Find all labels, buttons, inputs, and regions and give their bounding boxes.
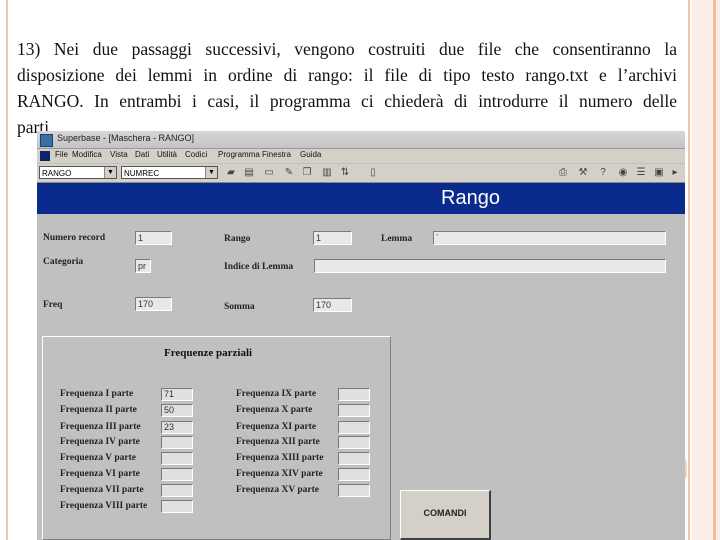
freq-field[interactable]: 170 — [135, 297, 172, 311]
window-icon[interactable]: ▣ — [653, 167, 665, 179]
somma-label: Somma — [224, 302, 255, 312]
rango-field[interactable]: 1 — [313, 231, 352, 245]
frequenza-field[interactable] — [161, 452, 193, 465]
frequenza-field[interactable]: 71 — [161, 388, 193, 401]
frequenza-field[interactable]: 23 — [161, 421, 193, 434]
frequenza-label: Frequenza VI parte — [60, 469, 140, 479]
menu-finestra[interactable]: Finestra — [262, 150, 291, 159]
frequenza-label: Frequenza XII parte — [236, 437, 320, 447]
edit-icon[interactable]: ✎ — [283, 167, 295, 179]
menu-utilita[interactable]: Utilità — [157, 150, 177, 159]
list-icon[interactable]: ☰ — [635, 167, 647, 179]
frequenza-field[interactable] — [338, 452, 370, 465]
help-icon[interactable]: ? — [597, 167, 609, 179]
index-select-value: NUMREC — [124, 169, 160, 178]
slide-line: RANGO. In entrambi i casi, il programma … — [17, 91, 677, 111]
index-select[interactable]: NUMREC ▼ — [121, 166, 218, 179]
tools-icon[interactable]: ⚒ — [577, 167, 589, 179]
menu-file[interactable]: File — [55, 150, 68, 159]
frequenze-title: Frequenze parziali — [164, 347, 253, 359]
app-icon — [40, 134, 53, 147]
frequenza-label: Frequenza X parte — [236, 405, 313, 415]
menu-programma[interactable]: Programma — [218, 150, 260, 159]
categoria-field[interactable]: pr — [135, 259, 151, 273]
copy-icon[interactable]: ❐ — [301, 167, 313, 179]
menu-codici[interactable]: Codici — [185, 150, 207, 159]
frequenza-field[interactable] — [338, 388, 370, 401]
frequenza-field[interactable] — [161, 436, 193, 449]
frequenza-label: Frequenza I parte — [60, 389, 134, 399]
table-select[interactable]: RANGO ▼ — [39, 166, 117, 179]
slide-paragraph: 13) Nei due passaggi successivi, vengono… — [17, 36, 677, 140]
frequenza-label: Frequenza XI parte — [236, 422, 317, 432]
frequenza-field[interactable] — [338, 404, 370, 417]
title-bar: Superbase - [Maschera - RANGO] — [37, 131, 685, 149]
numero-record-field[interactable]: 1 — [135, 231, 172, 245]
menu-vista[interactable]: Vista — [110, 150, 128, 159]
frequenza-label: Frequenza V parte — [60, 453, 136, 463]
slide-border-right-line — [688, 0, 690, 540]
frequenza-field[interactable] — [161, 468, 193, 481]
frequenza-field[interactable] — [338, 468, 370, 481]
slide-line: disposizione dei lemmi in ordine di rang… — [17, 65, 677, 85]
rango-label: Rango — [224, 234, 251, 244]
freq-label: Freq — [43, 300, 63, 310]
print-icon[interactable]: ▤ — [243, 167, 255, 179]
slide-line: 13) Nei due passaggi successivi, vengono… — [17, 39, 677, 59]
frequenza-label: Frequenza XIII parte — [236, 453, 324, 463]
chevron-down-icon[interactable]: ▼ — [205, 167, 217, 178]
superbase-window: Superbase - [Maschera - RANGO] File Modi… — [37, 131, 685, 540]
save-icon[interactable]: ▰ — [225, 167, 237, 179]
document-icon[interactable] — [40, 151, 50, 161]
menu-bar: File Modifica Vista Dati Utilità Codici … — [37, 149, 685, 163]
frequenza-label: Frequenza II parte — [60, 405, 137, 415]
slide-border-right-edge — [713, 0, 716, 540]
lemma-label: Lemma — [381, 234, 413, 244]
window-title: Superbase - [Maschera - RANGO] — [57, 133, 195, 143]
filter-icon[interactable]: ▥ — [321, 167, 333, 179]
somma-field[interactable]: 170 — [313, 298, 352, 312]
frequenze-panel: Frequenze parziali Frequenza I parte 71 … — [42, 336, 391, 540]
menu-modifica[interactable]: Modifica — [72, 150, 102, 159]
indice-lemma-field[interactable] — [314, 259, 666, 273]
record-icon[interactable]: ◉ — [617, 167, 629, 179]
frequenza-label: Frequenza VIII parte — [60, 501, 148, 511]
open-icon[interactable]: ▭ — [263, 167, 275, 179]
chevron-down-icon[interactable]: ▼ — [104, 167, 116, 178]
frequenza-field[interactable] — [338, 484, 370, 497]
sort-icon[interactable]: ⇅ — [339, 167, 351, 179]
frequenza-label: Frequenza VII parte — [60, 485, 144, 495]
form-title: Rango — [441, 187, 500, 209]
numero-record-label: Numero record — [43, 233, 106, 243]
toolbar: RANGO ▼ NUMREC ▼ ▰ ▤ ▭ ✎ ❐ ▥ ⇅ ▯ ⎙ ⚒ ? ◉… — [37, 164, 685, 183]
nav-icon[interactable]: ▸ — [669, 167, 681, 179]
frequenza-field[interactable] — [161, 484, 193, 497]
printer-icon[interactable]: ⎙ — [557, 167, 569, 179]
categoria-label: Categoria — [43, 257, 84, 267]
frequenza-field[interactable] — [338, 421, 370, 434]
menu-guida[interactable]: Guida — [300, 150, 321, 159]
comandi-button[interactable]: COMANDI — [400, 490, 491, 540]
menu-dati[interactable]: Dati — [135, 150, 149, 159]
frequenza-label: Frequenza IX parte — [236, 389, 317, 399]
find-icon[interactable]: ▯ — [367, 167, 379, 179]
frequenza-label: Frequenza XV parte — [236, 485, 320, 495]
frequenza-label: Frequenza XIV parte — [236, 469, 323, 479]
form-header: Rango — [37, 183, 685, 214]
frequenza-field[interactable]: 50 — [161, 404, 193, 417]
frequenza-field[interactable] — [161, 500, 193, 513]
frequenza-label: Frequenza III parte — [60, 422, 141, 432]
slide-border-left — [6, 0, 8, 540]
lemma-field[interactable]: ` — [433, 231, 666, 245]
table-select-value: RANGO — [42, 169, 72, 178]
indice-lemma-label: Indice di Lemma — [224, 262, 294, 272]
frequenza-label: Frequenza IV parte — [60, 437, 140, 447]
frequenza-field[interactable] — [338, 436, 370, 449]
